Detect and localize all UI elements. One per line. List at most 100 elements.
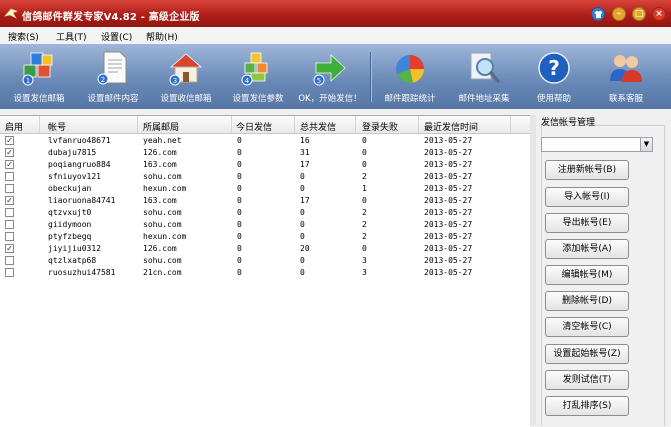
cell-last-sent: 2013-05-27 [424, 136, 473, 145]
column-divider [510, 116, 511, 133]
delete-account-button[interactable]: 删除帐号(D) [545, 291, 629, 311]
tool-send-params[interactable]: 4 设置发信参数 [224, 44, 292, 109]
window-title: 信鸽邮件群发专家V4.82 - 高级企业版 [22, 12, 200, 23]
tool-label: 设置发信参数 [232, 94, 284, 104]
edit-account-button[interactable]: 编辑帐号(M) [545, 265, 629, 285]
menu-help[interactable]: 帮助(H) [146, 30, 178, 43]
cell-last-sent: 2013-05-27 [424, 268, 473, 277]
tool-contact-support[interactable]: 联系客服 [594, 44, 658, 109]
cell-account: giidymoon [48, 220, 92, 229]
table-row[interactable]: ptyfzbegq hexun.com 0 0 2 2013-05-27 [0, 231, 530, 243]
cell-total: 20 [300, 244, 310, 253]
enable-checkbox[interactable]: ✓ [5, 160, 14, 169]
title-bar: 信鸽邮件群发专家V4.82 - 高级企业版 – □ × [0, 0, 671, 27]
table-header: 启用 帐号 所属邮局 今日发信 总共发信 登录失败 最近发信时间 [0, 116, 530, 134]
table-row[interactable]: ✓ lvfanruo48671 yeah.net 0 16 0 2013-05-… [0, 135, 530, 147]
svg-text:5: 5 [317, 77, 321, 85]
table-row[interactable]: qtzlxatp68 sohu.com 0 0 3 2013-05-27 [0, 255, 530, 267]
tool-label: 设置收信邮箱 [160, 94, 212, 104]
header-today[interactable]: 今日发信 [236, 120, 272, 133]
cell-account: qtzlxatp68 [48, 256, 97, 265]
minimize-button[interactable]: – [612, 7, 626, 21]
cell-today: 0 [237, 244, 242, 253]
shuffle-order-button[interactable]: 打乱排序(S) [545, 396, 629, 416]
pie-chart-icon [396, 55, 425, 84]
table-row[interactable]: ruosuzhui47581 21cn.com 0 0 3 2013-05-27 [0, 267, 530, 279]
tool-label: 设置邮件内容 [87, 94, 139, 104]
header-enabled[interactable]: 启用 [5, 120, 23, 133]
enable-checkbox[interactable]: ✓ [5, 196, 14, 205]
table-row[interactable]: giidymoon sohu.com 0 0 2 2013-05-27 [0, 219, 530, 231]
table-row[interactable]: obeckujan hexun.com 0 0 1 2013-05-27 [0, 183, 530, 195]
enable-checkbox[interactable]: ✓ [5, 136, 14, 145]
cell-total: 16 [300, 136, 310, 145]
cell-today: 0 [237, 160, 242, 169]
import-accounts-button[interactable]: 导入帐号(I) [545, 187, 629, 207]
enable-checkbox[interactable] [5, 184, 14, 193]
table-row[interactable]: ✓ liaoruona84741 163.com 0 17 0 2013-05-… [0, 195, 530, 207]
enable-checkbox[interactable] [5, 232, 14, 241]
header-total[interactable]: 总共发信 [300, 120, 336, 133]
menu-search[interactable]: 搜索(S) [8, 30, 39, 43]
enable-checkbox[interactable] [5, 172, 14, 181]
tool-mail-content[interactable]: 2 设置邮件内容 [78, 44, 148, 109]
table-row[interactable]: qtzvxujt0 sohu.com 0 0 2 2013-05-27 [0, 207, 530, 219]
cell-last-sent: 2013-05-27 [424, 244, 473, 253]
tool-mail-tracking[interactable]: 邮件跟踪统计 [374, 44, 446, 109]
chevron-down-icon[interactable]: ▼ [640, 138, 652, 151]
header-last-sent[interactable]: 最近发信时间 [424, 120, 478, 133]
enable-checkbox[interactable] [5, 256, 14, 265]
table-row[interactable]: ✓ jiyijiu0312 126.com 0 20 0 2013-05-27 [0, 243, 530, 255]
cell-login-fail: 2 [362, 172, 367, 181]
set-start-account-button[interactable]: 设置起始帐号(Z) [545, 344, 629, 364]
register-account-button[interactable]: 注册新帐号(B) [545, 160, 629, 180]
column-divider [418, 116, 419, 133]
cell-today: 0 [237, 148, 242, 157]
export-accounts-button[interactable]: 导出帐号(E) [545, 213, 629, 233]
maximize-button[interactable]: □ [632, 7, 646, 21]
header-account[interactable]: 帐号 [48, 120, 66, 133]
cell-total: 0 [300, 268, 305, 277]
tool-recipient-mailbox[interactable]: 3 设置收信邮箱 [150, 44, 222, 109]
cell-domain: 163.com [143, 196, 177, 205]
cell-last-sent: 2013-05-27 [424, 232, 473, 241]
cell-total: 0 [300, 232, 305, 241]
cell-total: 0 [300, 220, 305, 229]
cell-account: sfniuyov121 [48, 172, 101, 181]
header-login-fail[interactable]: 登录失败 [362, 120, 398, 133]
table-row[interactable]: sfniuyov121 sohu.com 0 0 2 2013-05-27 [0, 171, 530, 183]
tool-label: 设置发信邮箱 [13, 94, 65, 104]
cell-total: 0 [300, 256, 305, 265]
cell-total: 0 [300, 208, 305, 217]
enable-checkbox[interactable] [5, 220, 14, 229]
enable-checkbox[interactable]: ✓ [5, 148, 14, 157]
enable-checkbox[interactable] [5, 208, 14, 217]
cell-today: 0 [237, 208, 242, 217]
menu-tools[interactable]: 工具(T) [56, 30, 87, 43]
add-account-button[interactable]: 添加帐号(A) [545, 239, 629, 259]
send-test-button[interactable]: 发则试信(T) [545, 370, 629, 390]
cell-account: ruosuzhui47581 [48, 268, 116, 277]
account-group-select[interactable]: ▼ [541, 137, 653, 152]
cell-total: 17 [300, 160, 310, 169]
cubes-icon: 1 [22, 52, 53, 86]
cell-login-fail: 1 [362, 184, 367, 193]
clear-accounts-button[interactable]: 清空帐号(C) [545, 317, 629, 337]
cell-last-sent: 2013-05-27 [424, 160, 473, 169]
table-row[interactable]: ✓ dubaju7815 126.com 0 31 0 2013-05-27 [0, 147, 530, 159]
enable-checkbox[interactable]: ✓ [5, 244, 14, 253]
tool-start-send[interactable]: 5 OK，开始发信！ [293, 44, 367, 109]
close-button[interactable]: × [652, 7, 666, 21]
cell-today: 0 [237, 220, 242, 229]
tool-help[interactable]: ? 使用帮助 [524, 44, 584, 109]
tool-label: 使用帮助 [536, 94, 571, 104]
enable-checkbox[interactable] [5, 268, 14, 277]
header-domain[interactable]: 所属邮局 [143, 120, 179, 133]
cell-domain: sohu.com [143, 172, 182, 181]
tool-sender-mailbox[interactable]: 1 设置发信邮箱 [4, 44, 74, 109]
menu-settings[interactable]: 设置(C) [101, 30, 132, 43]
cell-domain: hexun.com [143, 184, 187, 193]
tool-address-collect[interactable]: 邮件地址采集 [448, 44, 520, 109]
table-row[interactable]: ✓ poqiangruo884 163.com 0 17 0 2013-05-2… [0, 159, 530, 171]
skin-button[interactable] [591, 7, 605, 21]
